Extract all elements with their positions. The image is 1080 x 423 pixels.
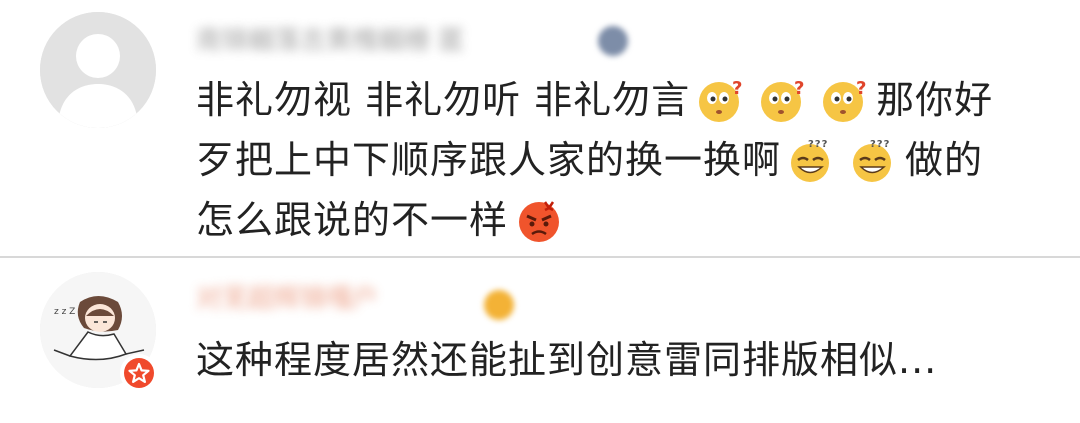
default-avatar[interactable] [40, 12, 156, 128]
comment-text-segment: 那你好 [876, 78, 994, 122]
comment-text-segment: 歹把上中下顺序跟人家的换一换啊 [196, 138, 782, 182]
svg-text:z z Z: z z Z [54, 307, 75, 317]
angry-face-icon [519, 201, 560, 242]
comment-line: 非礼勿视 非礼勿听 非礼勿言 ? ? ? 那你好 [196, 70, 1056, 130]
person-silhouette-icon [40, 12, 156, 128]
username[interactable]: 对芜超辉锦嘎户 [196, 282, 378, 316]
svg-text:?: ? [856, 78, 867, 99]
comment-text: 这种程度居然还能扯到创意雷同排版相似... [196, 338, 938, 382]
comment-text-segment: 非礼勿视 非礼勿听 非礼勿言 [196, 78, 691, 122]
comment-line: 歹把上中下顺序跟人家的换一换啊 ??? ??? 做的 [196, 130, 1056, 190]
user-badge-icon [598, 26, 628, 56]
comment-item: 南锦樾落吉黄槐樾栅 匿 非礼勿视 非礼勿听 非礼勿言 ? ? ? 那你好 歹把上… [0, 0, 1080, 256]
username[interactable]: 南锦樾落吉黄槐樾栅 匿 [196, 24, 464, 58]
star-badge-icon [120, 354, 158, 392]
confused-face-icon: ? [761, 78, 805, 122]
confused-face-icon: ? [823, 78, 867, 122]
svg-text:?: ? [732, 78, 743, 99]
svg-text:???: ??? [870, 139, 890, 150]
comment-text-segment: 做的 [905, 138, 984, 182]
svg-text:???: ??? [808, 139, 828, 150]
comment-line: 怎么跟说的不一样 [196, 190, 1056, 250]
comment-text-segment: 怎么跟说的不一样 [196, 198, 509, 242]
svg-text:?: ? [794, 78, 805, 99]
user-badge-icon [484, 290, 514, 320]
confused-face-icon: ? [699, 78, 743, 122]
comment-list: 南锦樾落吉黄槐樾栅 匿 非礼勿视 非礼勿听 非礼勿言 ? ? ? 那你好 歹把上… [0, 0, 1080, 423]
dizzy-smile-face-icon: ??? [853, 139, 892, 182]
dizzy-smile-face-icon: ??? [791, 139, 830, 182]
comment-text: 非礼勿视 非礼勿听 非礼勿言 ? ? ? 那你好 歹把上中下顺序跟人家的换一换啊… [196, 70, 1056, 250]
